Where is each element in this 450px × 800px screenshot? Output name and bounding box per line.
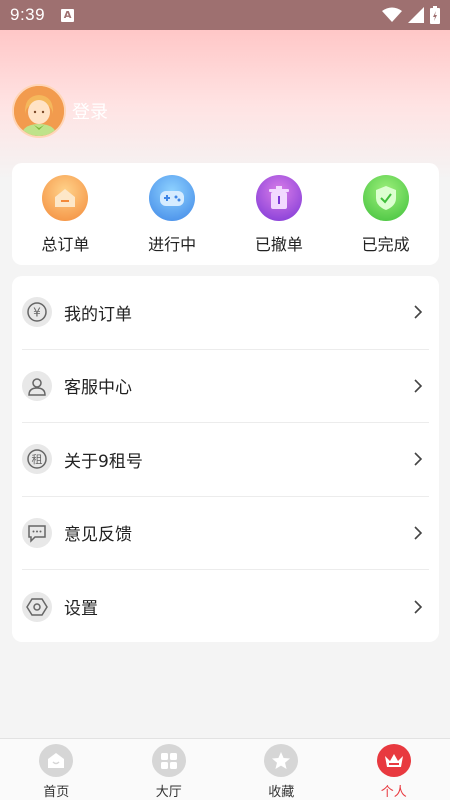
order-shortcut-label: 已撤单 — [254, 235, 303, 254]
tab-label: 收藏 — [268, 785, 295, 800]
avatar-icon — [14, 86, 64, 136]
menu-item-label: 客服中心 — [64, 378, 132, 399]
settings-icon — [22, 591, 52, 622]
menu-item-customer-service[interactable]: 客服中心 — [22, 350, 429, 423]
tab-hall[interactable]: 大厅 — [113, 739, 226, 800]
svg-text:¥: ¥ — [33, 306, 41, 320]
chevron-right-icon — [414, 452, 423, 466]
cancelled-icon — [255, 175, 302, 221]
notification-badge: A — [61, 8, 75, 22]
menu-item-about[interactable]: 租 关于9租号 — [22, 423, 429, 497]
user-icon — [22, 370, 52, 401]
wifi-icon — [382, 7, 402, 22]
feedback-icon — [22, 517, 52, 548]
menu-item-label: 我的订单 — [64, 304, 132, 325]
order-shortcut-total[interactable]: 总订单 — [12, 163, 119, 265]
yuan-icon: ¥ — [22, 297, 52, 328]
menu-item-label: 关于9租号 — [64, 451, 143, 472]
hall-icon — [151, 744, 186, 777]
order-shortcuts-card: 总订单 进行中 已撤单 已完成 — [12, 163, 439, 265]
tab-home[interactable]: 首页 — [0, 739, 113, 800]
login-link[interactable]: 登录 — [72, 98, 108, 124]
bottom-tab-bar: 首页 大厅 收藏 个人 — [0, 738, 450, 800]
tab-favorites[interactable]: 收藏 — [225, 739, 338, 800]
tab-label: 大厅 — [155, 785, 182, 800]
battery-icon — [430, 6, 440, 24]
menu-item-label: 设置 — [64, 599, 98, 620]
tab-profile[interactable]: 个人 — [338, 739, 450, 800]
order-shortcut-completed[interactable]: 已完成 — [332, 163, 439, 265]
tab-label: 首页 — [43, 785, 70, 800]
completed-icon — [362, 175, 409, 221]
menu-item-settings[interactable]: 设置 — [22, 570, 429, 644]
menu-card: ¥ 我的订单 客服中心 租 关于9租号 意见反馈 设置 — [12, 276, 439, 642]
order-shortcut-label: 进行中 — [148, 235, 197, 254]
signal-icon — [408, 7, 424, 23]
order-shortcut-cancelled[interactable]: 已撤单 — [226, 163, 333, 265]
in-progress-icon — [149, 175, 196, 221]
menu-item-label: 意见反馈 — [64, 525, 132, 546]
crown-icon — [376, 744, 411, 777]
menu-item-my-orders[interactable]: ¥ 我的订单 — [22, 276, 429, 350]
avatar[interactable] — [12, 84, 66, 138]
order-shortcut-in-progress[interactable]: 进行中 — [119, 163, 226, 265]
profile-section[interactable]: 登录 — [12, 84, 108, 138]
home-icon — [39, 744, 74, 777]
tab-label: 个人 — [380, 785, 407, 800]
status-time: 9:39 — [10, 5, 46, 24]
order-shortcut-label: 已完成 — [361, 235, 410, 254]
rent-icon: 租 — [22, 444, 52, 475]
star-icon — [264, 744, 299, 777]
total-orders-icon — [42, 175, 89, 221]
chevron-right-icon — [414, 600, 423, 614]
chevron-right-icon — [414, 526, 423, 540]
order-shortcut-label: 总订单 — [41, 235, 90, 254]
svg-text:租: 租 — [32, 453, 43, 466]
chevron-right-icon — [414, 305, 423, 319]
status-bar: 9:39 A — [0, 0, 450, 30]
chevron-right-icon — [414, 379, 423, 393]
status-icons — [382, 6, 440, 24]
menu-item-feedback[interactable]: 意见反馈 — [22, 497, 429, 570]
